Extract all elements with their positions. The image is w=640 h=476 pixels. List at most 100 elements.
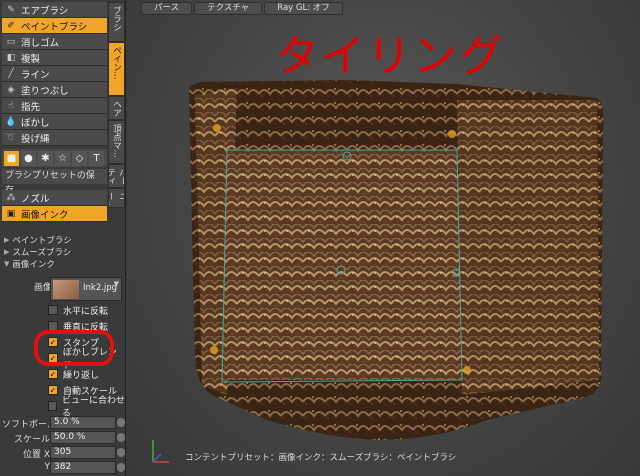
blur-icon: 💧 [5,116,17,127]
smudge-icon: ☝ [8,100,14,111]
checkbox[interactable] [48,401,57,411]
section-paintbrush[interactable]: ▶ ペイントブラシ [0,234,126,246]
value-label: 位置 X [22,450,50,460]
side-tab[interactable]: ペイン... [108,42,125,96]
fill-icon: ◈ [7,84,15,95]
sticker-shape-icon[interactable]: ◇ [72,150,87,166]
tool-item[interactable]: ✎ エアブラシ [2,2,107,18]
section-label: スムーズブラシ [12,248,72,258]
line-icon: ╱ [8,68,14,79]
square-shape-icon[interactable]: ■ [4,150,19,166]
nozzle-list: ⁂ ノズル ▣ 画像インク [2,190,107,222]
checkbox[interactable]: ✓ [48,385,58,395]
value-field[interactable]: 50.0 % [50,431,116,444]
airbrush-icon: ✎ [7,4,15,15]
section-label: ペイントブラシ [12,236,72,246]
checkbox[interactable]: ✓ [48,369,58,379]
value-field[interactable]: 5.0 % [50,416,116,429]
tool-item[interactable]: ➰ 投げ縄 [2,130,107,146]
value-row: 位置 X 305 [0,446,126,460]
expand-arrow-icon: ▶ [4,236,10,244]
clone-icon: ◧ [6,52,16,63]
value-label: ソフトボー... [2,420,50,430]
tool-label: エアブラシ [21,5,69,17]
tool-item[interactable]: 💧 ぼかし [2,114,107,130]
tool-item[interactable]: ╱ ライン [2,66,107,82]
nozzle-item[interactable]: ⁂ ノズル [2,190,107,206]
section-smooth-brush[interactable]: ▶ スムーズブラシ [0,246,126,258]
tool-item[interactable]: ◈ 塗りつぶし [2,82,107,98]
expand-arrow-icon: ▶ [4,248,10,256]
slider-knob-icon[interactable] [117,433,125,442]
nozzle-icon: ⁂ [6,192,16,203]
paint-tool-list: ✎ エアブラシ ✐ ペイントブラシ ▭ 消しゴム ◧ 複製 ╱ ライン ◈ 塗りつぶし ☝ 指先 💧 ぼかし ➰… [2,2,107,146]
nozzle-label: 画像インク [21,209,69,221]
checkbox[interactable] [48,305,58,315]
eraser-icon: ▭ [6,36,16,47]
viewport-status: コンテントプリセット：画像インク：スムーズブラシ：ペイントブラシ [185,453,457,463]
side-tab[interactable]: ヘア [108,96,125,120]
dropdown-arrow-icon: ▼ [113,280,119,288]
image-selector[interactable]: Ink2.jpg ▼ [50,277,122,301]
tool-label: 投げ縄 [21,133,50,145]
save-brush-preset-button[interactable]: ブラシプリセットの保存... [2,169,107,196]
brush-shape-row: ■ ● ✱ ☆ ◇ T [2,149,107,167]
viewport-tab[interactable]: パース [141,2,193,15]
slider-knob-icon[interactable] [117,448,125,457]
tool-label: ぼかし [21,117,50,129]
circle-shape-icon[interactable]: ● [21,150,36,166]
value-field[interactable]: 382 [50,461,116,474]
slider-knob-icon[interactable] [117,463,125,472]
tool-item[interactable]: ◧ 複製 [2,50,107,66]
side-tab[interactable]: 頂点マ... [108,120,125,164]
option-row: ビューに合わせる [48,396,125,419]
tool-label: ライン [21,69,50,81]
nozzle-label: ノズル [21,193,50,205]
option-row: 水平に反転 [48,303,108,317]
collapse-arrow-icon: ▼ [4,260,10,268]
value-field[interactable]: 305 [50,446,116,459]
tool-category-tabs: ブラシ ペイン... ヘア 頂点マ... パーティ ユー... [108,2,125,208]
paintbrush-icon: ✐ [7,20,15,31]
side-tab[interactable]: ブラシ [108,2,125,42]
section-image-ink[interactable]: ▼ 画像インク [0,258,126,270]
axis-gizmo-icon [152,440,169,463]
nozzle-item[interactable]: ▣ 画像インク [2,206,107,222]
tiling-annotation: タイリング [275,31,505,82]
3d-viewport[interactable]: パース テクスチャ Ray GL: オフ タイリング コンテントプリセット：画像イン… [127,0,640,476]
image-selector-row: 画像 Ink2.jpg ▼ [0,277,126,303]
brush-properties: ▶ ペイントブラシ ▶ スムーズブラシ ▼ 画像インク [0,234,126,270]
viewport-tabs: パース テクスチャ Ray GL: オフ [141,2,343,15]
viewport-tab[interactable]: テクスチャ [194,2,263,15]
tool-panel: ✎ エアブラシ ✐ ペイントブラシ ▭ 消しゴム ◧ 複製 ╱ ライン ◈ 塗りつぶし ☝ 指先 💧 ぼかし ➰… [0,0,126,476]
image-thumbnail [53,280,79,299]
side-tab[interactable]: パーティ [108,164,125,188]
text-shape-icon[interactable]: T [89,150,104,166]
stamp-highlight-circle [34,330,114,366]
value-row: ソフトボー...5.0 % [0,416,126,430]
splat-shape-icon[interactable]: ✱ [38,150,53,166]
value-label: Y [44,462,51,472]
image-ink-icon: ▣ [6,208,16,219]
image-filename: Ink2.jpg [83,283,118,293]
tool-label: 指先 [21,101,41,113]
tool-item[interactable]: ☝ 指先 [2,98,107,114]
lasso-icon: ➰ [5,132,17,143]
tool-label: 消しゴム [21,37,60,49]
viewport-tab[interactable]: Ray GL: オフ [264,2,343,15]
section-label: 画像インク [12,260,55,270]
option-row: ✓ 繰り返し [48,367,99,381]
star-shape-icon[interactable]: ☆ [55,150,70,166]
tool-item[interactable]: ▭ 消しゴム [2,34,107,50]
value-row: スケール 50.0 % [0,431,126,445]
tool-label: ペイントブラシ [21,21,88,33]
side-tab[interactable]: ユー... [108,188,125,208]
tool-label: 複製 [21,53,41,65]
option-label: 水平に反転 [63,306,109,317]
value-label: スケール [13,435,50,445]
tool-label: 塗りつぶし [21,85,69,97]
slider-knob-icon[interactable] [117,418,125,427]
option-label: 繰り返し [63,370,100,381]
tool-item[interactable]: ✐ ペイントブラシ [2,18,107,34]
value-row: Y 382 [0,461,126,475]
